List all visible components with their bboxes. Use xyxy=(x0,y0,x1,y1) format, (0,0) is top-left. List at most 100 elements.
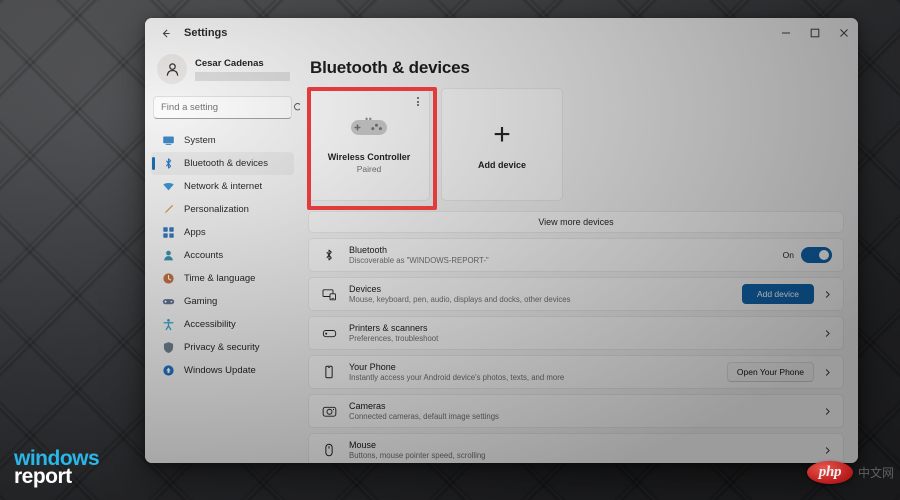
apps-icon xyxy=(161,226,175,240)
settings-row-printers-scanners[interactable]: Printers & scanners Preferences, troubles… xyxy=(308,316,844,350)
bluetooth-icon xyxy=(161,157,175,171)
sidebar-item-time-language[interactable]: Time & language xyxy=(151,267,294,290)
view-more-devices-label: View more devices xyxy=(538,217,614,227)
sidebar-item-accounts[interactable]: Accounts xyxy=(151,244,294,267)
desktop-background: Settings Cesar Cadenas Find a setting Sy… xyxy=(0,0,900,500)
kebab-menu-icon[interactable] xyxy=(415,95,421,108)
row-subtitle: Instantly access your Android device's p… xyxy=(349,373,565,382)
user-profile[interactable]: Cesar Cadenas xyxy=(151,48,294,88)
row-subtitle: Buttons, mouse pointer speed, scrolling xyxy=(349,451,486,460)
window-title: Settings xyxy=(184,27,228,39)
bluetooth-icon xyxy=(320,248,338,262)
account-icon xyxy=(161,249,175,263)
sidebar-item-label: Time & language xyxy=(184,273,256,284)
row-title: Mouse xyxy=(349,440,377,450)
mouse-icon xyxy=(320,443,338,457)
minimize-button[interactable] xyxy=(771,18,800,48)
bluetooth-toggle-group[interactable]: On xyxy=(783,247,832,263)
search-box[interactable] xyxy=(153,96,304,119)
chevron-right-icon xyxy=(823,407,832,416)
php-watermark: php 中文网 xyxy=(806,461,894,484)
phone-icon xyxy=(320,365,338,379)
sidebar-item-label: System xyxy=(184,135,216,146)
search-input[interactable] xyxy=(161,102,293,113)
plus-icon: + xyxy=(493,117,511,151)
device-cards-row: Wireless Controller Paired + Add device xyxy=(307,87,844,210)
row-subtitle: Connected cameras, default image setting… xyxy=(349,412,499,421)
sidebar-item-windows-update[interactable]: Windows Update xyxy=(151,359,294,382)
sidebar-item-personalization[interactable]: Personalization xyxy=(151,198,294,221)
add-device-card[interactable]: + Add device xyxy=(441,88,563,201)
chevron-right-icon xyxy=(823,290,832,299)
device-card-wireless-controller[interactable]: Wireless Controller Paired xyxy=(308,88,430,201)
view-more-devices-button[interactable]: View more devices xyxy=(308,211,844,233)
row-subtitle: Mouse, keyboard, pen, audio, displays an… xyxy=(349,295,571,304)
device-status: Paired xyxy=(356,163,382,174)
avatar xyxy=(157,54,187,84)
sidebar-item-label: Windows Update xyxy=(184,365,256,376)
page-title: Bluetooth & devices xyxy=(310,58,470,77)
settings-row-bluetooth[interactable]: Bluetooth Discoverable as "WINDOWS-REPORT… xyxy=(308,238,844,272)
row-title: Devices xyxy=(349,284,382,294)
chevron-right-icon xyxy=(823,329,832,338)
update-icon xyxy=(161,364,175,378)
settings-rows: View more devices Bluetooth Discoverable … xyxy=(308,211,844,463)
settings-row-mouse[interactable]: Mouse Buttons, mouse pointer speed, scrol… xyxy=(308,433,844,463)
row-title: Printers & scanners xyxy=(349,323,428,333)
back-button[interactable] xyxy=(152,22,178,44)
windows-report-watermark: windows report xyxy=(14,448,100,488)
add-device-button[interactable]: Add device xyxy=(741,284,814,304)
chevron-right-icon xyxy=(823,368,832,377)
row-subtitle: Discoverable as "WINDOWS-REPORT-" xyxy=(349,256,489,265)
row-title: Bluetooth xyxy=(349,245,388,255)
chevron-right-icon xyxy=(823,446,832,455)
bluetooth-toggle[interactable] xyxy=(801,247,832,263)
sidebar: Cesar Cadenas System Bluetooth & devices N… xyxy=(145,48,304,463)
camera-icon xyxy=(320,404,338,419)
sidebar-item-apps[interactable]: Apps xyxy=(151,221,294,244)
user-email-redacted xyxy=(195,71,290,81)
sidebar-item-bluetooth-devices[interactable]: Bluetooth & devices xyxy=(151,152,294,175)
sidebar-item-gaming[interactable]: Gaming xyxy=(151,290,294,313)
printer-icon xyxy=(320,326,338,341)
brush-icon xyxy=(161,203,175,217)
settings-row-your-phone[interactable]: Your Phone Instantly access your Android … xyxy=(308,355,844,389)
sidebar-item-system[interactable]: System xyxy=(151,129,294,152)
sidebar-item-label: Gaming xyxy=(184,296,218,307)
user-name: Cesar Cadenas xyxy=(195,57,264,69)
row-subtitle: Preferences, troubleshoot xyxy=(349,334,439,343)
accessibility-icon xyxy=(161,318,175,332)
sidebar-item-label: Bluetooth & devices xyxy=(184,158,268,169)
shield-icon xyxy=(161,341,175,355)
settings-row-devices[interactable]: Devices Mouse, keyboard, pen, audio, disp… xyxy=(308,277,844,311)
sidebar-nav: System Bluetooth & devices Network & inter… xyxy=(151,129,294,382)
php-logo: php xyxy=(806,461,853,484)
sidebar-item-label: Accessibility xyxy=(184,319,236,330)
main-content: Bluetooth & devices Wireless Controller … xyxy=(300,48,858,463)
sidebar-item-label: Apps xyxy=(184,227,206,238)
row-title: Your Phone xyxy=(349,362,396,372)
sidebar-item-privacy-security[interactable]: Privacy & security xyxy=(151,336,294,359)
sidebar-item-network-internet[interactable]: Network & internet xyxy=(151,175,294,198)
open-your-phone-button[interactable]: Open Your Phone xyxy=(726,362,814,382)
sidebar-item-label: Personalization xyxy=(184,204,249,215)
window-controls xyxy=(771,18,858,48)
close-button[interactable] xyxy=(829,18,858,48)
sidebar-item-label: Network & internet xyxy=(184,181,263,192)
window-titlebar: Settings xyxy=(145,18,858,48)
sidebar-item-label: Accounts xyxy=(184,250,224,261)
devices-icon xyxy=(320,287,338,302)
php-watermark-suffix: 中文网 xyxy=(857,466,894,480)
device-name: Wireless Controller xyxy=(327,151,411,162)
php-logo-text: php xyxy=(818,464,842,480)
settings-row-cameras[interactable]: Cameras Connected cameras, default image … xyxy=(308,394,844,428)
add-device-card-label: Add device xyxy=(477,159,526,170)
clock-icon xyxy=(161,272,175,286)
maximize-button[interactable] xyxy=(800,18,829,48)
sidebar-item-accessibility[interactable]: Accessibility xyxy=(151,313,294,336)
toggle-state-label: On xyxy=(782,250,794,260)
gamepad-icon xyxy=(350,116,388,138)
watermark-line-2: report xyxy=(14,464,72,488)
gamepad-icon xyxy=(161,295,175,309)
system-icon xyxy=(161,134,175,148)
